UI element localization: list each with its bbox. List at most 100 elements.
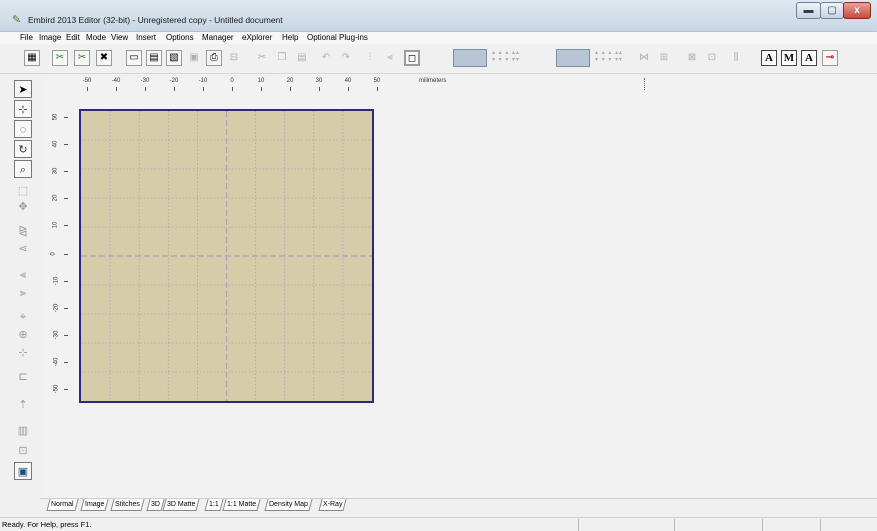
hoop-icon[interactable]: ▦ bbox=[24, 50, 40, 66]
tab-density-map[interactable]: Density Map bbox=[264, 499, 313, 511]
align-left-icon[interactable]: ⫷ bbox=[14, 266, 32, 284]
title-bar[interactable]: ✎ Embird 2013 Editor (32-bit) - Unregist… bbox=[0, 0, 877, 32]
monogram-icon[interactable]: M bbox=[781, 50, 797, 66]
align-icon[interactable]: ⫶ bbox=[362, 50, 378, 66]
ruler-tick bbox=[64, 171, 68, 172]
menu-explorer[interactable]: eXplorer bbox=[240, 32, 274, 44]
menu-view[interactable]: View bbox=[109, 32, 130, 44]
ruler-tick bbox=[64, 225, 68, 226]
new-file-icon[interactable]: ▭ bbox=[126, 50, 142, 66]
arrow-pointer-icon[interactable]: ➤ bbox=[14, 80, 32, 98]
stitch-edit-icon[interactable]: ✂ bbox=[74, 50, 90, 66]
hoop-grid bbox=[81, 111, 372, 401]
copy-icon[interactable]: ❐ bbox=[274, 50, 290, 66]
tab-label: Normal bbox=[51, 501, 74, 508]
embroidery-hoop[interactable] bbox=[79, 109, 374, 403]
ruler-label: -40 bbox=[111, 78, 121, 84]
tab-normal[interactable]: Normal bbox=[46, 499, 79, 511]
ruler-label: -20 bbox=[169, 78, 179, 84]
color-sort-icon[interactable]: ▥ bbox=[14, 422, 32, 440]
ruler-tick bbox=[64, 362, 68, 363]
ruler-label: 0 bbox=[230, 78, 234, 84]
align-right-icon[interactable]: ⫸ bbox=[14, 284, 32, 302]
export-icon[interactable]: ⊟ bbox=[226, 50, 242, 66]
tab-1-1-matte[interactable]: 1:1 Matte bbox=[222, 499, 261, 511]
rotate-icon[interactable]: ↻ bbox=[14, 140, 32, 158]
minimize-button[interactable]: ▬ bbox=[796, 2, 821, 19]
color-adjust-2[interactable]: ▴ ▴ ▴ ▴▴ ▾ ▾ ▾ ▾▾ bbox=[595, 50, 631, 66]
break-apart-icon[interactable]: ⊏ bbox=[14, 368, 32, 386]
ruler-tick bbox=[174, 87, 175, 91]
tab-label: Stitches bbox=[115, 501, 140, 508]
group-icon[interactable]: ⊠ bbox=[684, 50, 700, 66]
color-swatch-1[interactable] bbox=[453, 49, 487, 67]
menu-file[interactable]: File bbox=[18, 32, 35, 44]
stop-icon[interactable]: ◻ bbox=[404, 50, 420, 66]
stitch-delete-icon[interactable]: ✖ bbox=[96, 50, 112, 66]
menu-insert[interactable]: Insert bbox=[134, 32, 158, 44]
status-panel bbox=[820, 519, 877, 531]
tab-1-1[interactable]: 1:1 bbox=[204, 499, 224, 511]
ruler-tick bbox=[64, 254, 68, 255]
save-icon[interactable]: ▣ bbox=[186, 50, 202, 66]
lasso-icon[interactable]: ◌ bbox=[14, 120, 32, 138]
zoom-icon[interactable]: ⌕ bbox=[14, 160, 32, 178]
ruler-label: 40 bbox=[344, 78, 352, 84]
3d-view-icon[interactable]: ⊡ bbox=[14, 442, 32, 460]
ruler-tick bbox=[64, 198, 68, 199]
tab-x-ray[interactable]: X-Ray bbox=[318, 499, 348, 511]
menu-manager[interactable]: Manager bbox=[200, 32, 236, 44]
center-both-icon[interactable]: ⊹ bbox=[14, 344, 32, 362]
menu-mode[interactable]: Mode bbox=[84, 32, 108, 44]
ruler-tick bbox=[87, 87, 88, 91]
ruler-tick bbox=[64, 144, 68, 145]
center-horizontal-icon[interactable]: ⌖ bbox=[14, 308, 32, 326]
menu-options[interactable]: Options bbox=[164, 32, 196, 44]
ruler-tick bbox=[64, 308, 68, 309]
distribute-icon[interactable]: ⊞ bbox=[656, 50, 672, 66]
close-button[interactable]: x bbox=[843, 2, 871, 19]
columns-icon[interactable]: ⫼ bbox=[728, 50, 744, 66]
mirror-icon[interactable]: ⫷ bbox=[382, 50, 398, 66]
ruler-tick bbox=[145, 87, 146, 91]
undo-icon[interactable]: ↶ bbox=[318, 50, 334, 66]
menu-edit[interactable]: Edit bbox=[64, 32, 82, 44]
tab-image[interactable]: Image bbox=[80, 499, 110, 511]
key-icon[interactable]: ⊸ bbox=[822, 50, 838, 66]
color-adjust-1[interactable]: ▴ ▴ ▴ ▴▴ ▾ ▾ ▾ ▾▾ bbox=[492, 50, 528, 66]
view-tabs: Normal Image Stitches 3D 3D Matte 1:1 1:… bbox=[40, 498, 877, 512]
ruler-label: -10 bbox=[198, 78, 208, 84]
mirror-vertical-icon[interactable]: ⋖ bbox=[14, 240, 32, 258]
print-icon[interactable]: ⎙ bbox=[206, 50, 222, 66]
text-tool-icon[interactable]: A bbox=[761, 50, 777, 66]
mirror-horizontal-icon[interactable]: ⧎ bbox=[14, 222, 32, 240]
menu-image[interactable]: Image bbox=[37, 32, 63, 44]
select-stitch-icon[interactable]: ✂ bbox=[52, 50, 68, 66]
menu-optional-plugins[interactable]: Optional Plug-ins bbox=[305, 32, 370, 44]
simulator-icon[interactable]: ▣ bbox=[14, 462, 32, 480]
app-icon[interactable]: ✎ bbox=[12, 14, 24, 26]
menu-help[interactable]: Help bbox=[280, 32, 300, 44]
ungroup-icon[interactable]: ⊡ bbox=[704, 50, 720, 66]
open-folder-icon[interactable]: ▧ bbox=[166, 50, 182, 66]
maximize-button[interactable]: ▢ bbox=[820, 2, 844, 19]
node-edit-icon[interactable]: ⊹ bbox=[14, 100, 32, 118]
tab-label: 1:1 Matte bbox=[227, 501, 257, 508]
redo-icon[interactable]: ↷ bbox=[338, 50, 354, 66]
ruler-label: 0 bbox=[50, 252, 57, 256]
ruler-label: 30 bbox=[52, 167, 59, 175]
tab-label: Density Map bbox=[269, 501, 308, 508]
cut-icon[interactable]: ✂ bbox=[254, 50, 270, 66]
ruler-label: 10 bbox=[52, 221, 59, 229]
spacing-icon[interactable]: ⋈ bbox=[636, 50, 652, 66]
paste-icon[interactable]: ▤ bbox=[294, 50, 310, 66]
font-engine-icon[interactable]: A bbox=[801, 50, 817, 66]
tab-label: 3D Matte bbox=[167, 501, 196, 508]
center-vertical-icon[interactable]: ⊕ bbox=[14, 326, 32, 344]
move-icon[interactable]: ✥ bbox=[14, 198, 32, 216]
tab-3d-matte[interactable]: 3D Matte bbox=[162, 499, 201, 511]
color-swatch-2[interactable] bbox=[556, 49, 590, 67]
open-file-icon[interactable]: ▤ bbox=[146, 50, 162, 66]
tab-stitches[interactable]: Stitches bbox=[110, 499, 145, 511]
sequence-icon[interactable]: ⇡ bbox=[14, 396, 32, 414]
